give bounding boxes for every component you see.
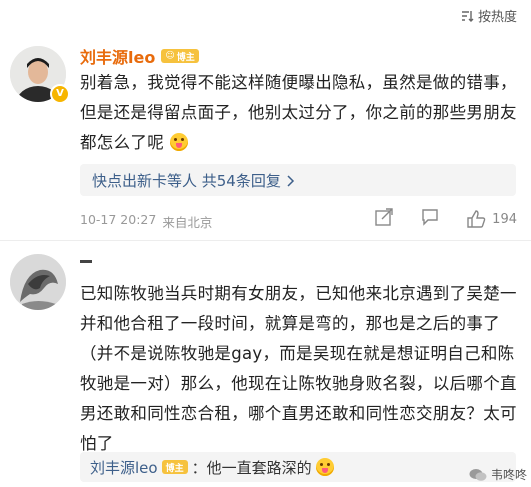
view-replies-link[interactable]: 快点出新卡等人 共54条回复	[80, 164, 516, 197]
comment-author-masked	[80, 260, 92, 263]
watermark-text: 韦咚咚	[490, 468, 527, 482]
badge-label: 博主	[165, 463, 184, 474]
like-count: 194	[492, 211, 517, 227]
badge-smile-icon: ☺	[165, 51, 175, 61]
sub-reply[interactable]: 刘丰源leo 博主 ：他一直套路深的	[80, 452, 516, 482]
sub-reply-text: ：他一直套路深的	[191, 458, 312, 477]
tongue-emoji-icon	[169, 133, 188, 151]
comment-body: 别着急，我觉得不能这样随便曝出隐私，虽然是做的错事，但是还是得留点面子，他别太过…	[80, 68, 520, 158]
divider	[0, 240, 531, 241]
sort-by-popularity-button[interactable]: 按热度	[460, 6, 517, 25]
comment-time: 10-17 20:27	[80, 212, 157, 227]
comment-button[interactable]	[420, 207, 440, 231]
replies-label: 快点出新卡等人 共54条回复	[92, 172, 281, 190]
share-icon	[375, 208, 393, 226]
share-button[interactable]	[374, 207, 394, 231]
chevron-right-icon	[287, 174, 294, 187]
thumbs-up-icon	[467, 210, 486, 228]
like-button[interactable]: 194	[466, 209, 517, 229]
author-badge: ☺ 博主	[161, 49, 199, 63]
comment-text: 别着急，我觉得不能这样随便曝出隐私，虽然是做的错事，但是还是得留点面子，他别太过…	[80, 73, 517, 152]
sort-label: 按热度	[477, 10, 517, 25]
author-badge: 博主	[161, 460, 188, 474]
verified-badge-icon: V	[50, 84, 70, 104]
tongue-emoji-icon	[315, 458, 334, 476]
wechat-logo-icon	[469, 468, 487, 481]
avatar[interactable]	[10, 254, 66, 310]
sort-icon	[461, 10, 474, 22]
watermark: 韦咚咚	[469, 466, 527, 483]
comment-location: 来自北京	[162, 215, 213, 230]
comment-author[interactable]: 刘丰源leo	[80, 44, 155, 68]
reply-thread-box[interactable]: 快点出新卡等人 共54条回复	[80, 164, 516, 196]
badge-label: 博主	[176, 52, 195, 63]
comment-icon	[422, 209, 438, 226]
comment-body: 已知陈牧驰当兵时期有女朋友，已知他来北京遇到了吴楚一并和他合租了一段时间，就算是…	[80, 284, 517, 453]
sub-reply-author[interactable]: 刘丰源leo	[90, 457, 158, 478]
